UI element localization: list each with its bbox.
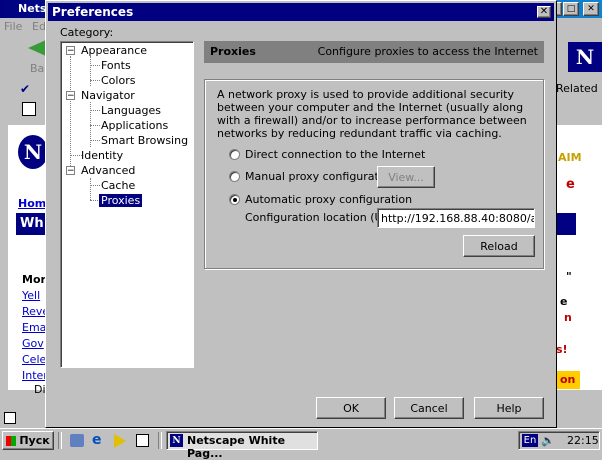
manual-proxy-label[interactable]: Manual proxy configuration — [245, 170, 396, 183]
clock[interactable]: 22:15 — [567, 434, 599, 447]
dialog-title: Preferences — [52, 5, 134, 19]
quicklaunch-ie-icon[interactable]: e — [92, 433, 107, 448]
collapse-appearance-icon[interactable]: − — [66, 46, 75, 56]
aim-label: AIM — [558, 151, 582, 164]
close-icon[interactable]: ✕ — [583, 2, 599, 16]
tree-appearance[interactable]: Appearance — [81, 44, 147, 57]
task-netscape-button[interactable]: N Netscape White Pag... — [166, 431, 318, 460]
proxies-panel: A network proxy is used to provide addit… — [204, 79, 544, 269]
panel-title: Proxies — [210, 45, 256, 58]
config-location-input[interactable]: http://192.168.88.40:8080/auto.p — [377, 208, 535, 228]
automatic-proxy-label[interactable]: Automatic proxy configuration — [245, 193, 412, 206]
help-button[interactable]: Help — [474, 397, 544, 419]
browser-menu-bar: File Edit — [0, 18, 53, 34]
right-ad: on — [556, 371, 580, 389]
direct-connection-label[interactable]: Direct connection to the Internet — [245, 148, 425, 161]
preferences-dialog: Preferences ✕ Category: − Appearance Fon… — [45, 0, 557, 428]
taskbar: Пуск e N Netscape White Pag... En 🔈 22:1… — [0, 428, 602, 460]
dialog-close-button[interactable]: ✕ — [537, 6, 551, 18]
right-label-e1: e — [566, 177, 575, 192]
start-label: Пуск — [19, 434, 50, 447]
automatic-proxy-radio[interactable] — [229, 194, 240, 205]
system-tray: En 🔈 22:15 — [518, 431, 600, 450]
tree-cache[interactable]: Cache — [101, 179, 135, 192]
netscape-task-icon: N — [170, 434, 183, 447]
tree-proxies[interactable]: Proxies — [99, 194, 143, 207]
panel-subtitle: Configure proxies to access the Internet — [317, 45, 538, 58]
tree-navigator[interactable]: Navigator — [81, 89, 135, 102]
tree-applications[interactable]: Applications — [101, 119, 168, 132]
link-yellow[interactable]: Yell — [22, 289, 40, 302]
maximize-icon[interactable]: □ — [563, 2, 579, 16]
tree-smart-browsing[interactable]: Smart Browsing — [101, 134, 188, 147]
ok-button[interactable]: OK — [316, 397, 386, 419]
collapse-navigator-icon[interactable]: − — [66, 91, 75, 101]
bookmarks-icon[interactable]: ✔ — [20, 82, 40, 96]
direct-connection-radio[interactable] — [229, 149, 240, 160]
browser-page-left: N Home Wh More Yell Reve Ema Gov Cele In… — [8, 125, 54, 396]
tree-languages[interactable]: Languages — [101, 104, 161, 117]
volume-icon[interactable]: 🔈 — [541, 434, 555, 447]
link-celeb[interactable]: Cele — [22, 353, 46, 366]
task-label: Netscape White Pag... — [187, 434, 286, 460]
link-di[interactable]: Di — [34, 383, 46, 396]
language-indicator[interactable]: En — [522, 434, 538, 447]
tree-fonts[interactable]: Fonts — [101, 59, 131, 72]
netscape-n-icon: N — [18, 135, 48, 169]
cancel-button[interactable]: Cancel — [394, 397, 464, 419]
right-banner — [556, 213, 576, 235]
link-inter[interactable]: Inter — [22, 369, 48, 382]
tree-advanced[interactable]: Advanced — [81, 164, 135, 177]
category-tree: − Appearance Fonts Colors − Navigator La… — [60, 41, 194, 368]
reload-button[interactable]: Reload — [463, 235, 535, 257]
manual-proxy-radio[interactable] — [229, 171, 240, 182]
menu-file[interactable]: File — [4, 20, 22, 33]
tree-colors[interactable]: Colors — [101, 74, 135, 87]
view-button[interactable]: View... — [377, 166, 435, 188]
link-email[interactable]: Ema — [22, 321, 46, 334]
panel-header: Proxies Configure proxies to access the … — [204, 41, 544, 63]
proxy-description: A network proxy is used to provide addit… — [217, 88, 527, 140]
banner-block: Wh — [16, 213, 48, 235]
page-icon[interactable] — [22, 102, 36, 116]
link-gov[interactable]: Gov — [22, 337, 44, 350]
dialog-title-bar: Preferences ✕ — [48, 3, 554, 21]
back-arrow-icon[interactable] — [28, 40, 46, 56]
collapse-advanced-icon[interactable]: − — [66, 166, 75, 176]
windows-logo-icon — [6, 435, 17, 446]
tree-identity[interactable]: Identity — [81, 149, 123, 162]
security-lock-icon[interactable] — [4, 412, 16, 424]
browser-status-bar — [0, 406, 48, 426]
quicklaunch-media-icon[interactable] — [114, 434, 126, 448]
start-button[interactable]: Пуск — [2, 431, 54, 450]
quicklaunch-desktop-icon[interactable] — [70, 434, 84, 447]
related-label[interactable]: Related — [556, 82, 598, 95]
category-label: Category: — [60, 26, 114, 39]
browser-page-right: AIM e " e n s! on — [556, 125, 602, 390]
quicklaunch-app-icon[interactable] — [136, 434, 149, 447]
netscape-logo-icon: N — [568, 42, 602, 72]
